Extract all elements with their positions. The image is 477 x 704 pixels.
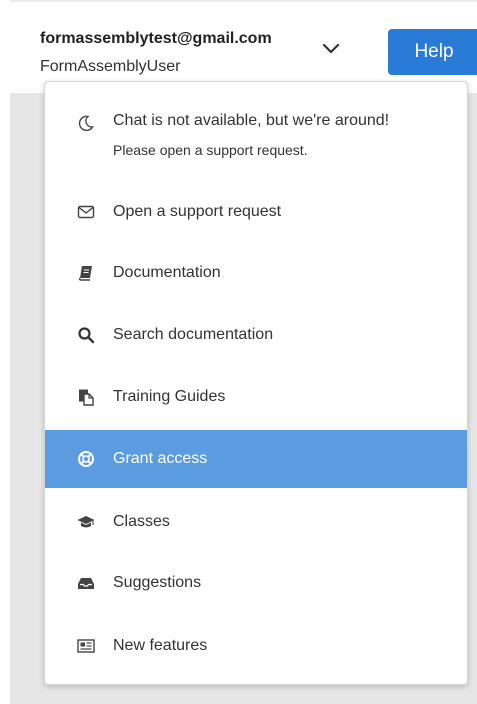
menu-item-documentation[interactable]: Documentation: [45, 253, 467, 293]
menu-item-label: Suggestions: [113, 574, 202, 591]
life-ring-icon: [78, 451, 94, 467]
book-icon: [78, 266, 92, 281]
user-email: formassemblytest@gmail.com: [40, 30, 272, 47]
menu-item-training-guides[interactable]: Training Guides: [45, 377, 467, 417]
user-name: FormAssemblyUser: [40, 58, 181, 75]
menu-item-label: Grant access: [113, 450, 208, 467]
graduation-cap-icon: [77, 516, 95, 528]
help-dropdown-menu: Chat is not available, but we're around!…: [44, 81, 468, 685]
top-bar: formassemblytest@gmail.com FormAssemblyU…: [10, 0, 477, 93]
menu-item-classes[interactable]: Classes: [45, 502, 467, 542]
menu-item-suggestions[interactable]: Suggestions: [45, 563, 467, 603]
newspaper-icon: [77, 639, 95, 653]
menu-item-label: New features: [113, 637, 208, 654]
menu-item-label: Classes: [113, 513, 170, 530]
menu-item-label: Open a support request: [113, 203, 282, 220]
chat-status-subtitle: Please open a support request.: [113, 142, 308, 158]
menu-item-search-documentation[interactable]: Search documentation: [45, 315, 467, 355]
help-button[interactable]: Help: [388, 29, 477, 75]
menu-item-open-support-request[interactable]: Open a support request: [45, 192, 467, 232]
copy-icon: [79, 389, 94, 406]
chevron-down-icon[interactable]: [321, 42, 341, 56]
menu-item-label: Search documentation: [113, 326, 274, 343]
menu-item-label: Training Guides: [113, 388, 226, 405]
moon-icon: [78, 115, 94, 132]
menu-item-label: Documentation: [113, 264, 221, 281]
search-icon: [78, 327, 95, 344]
menu-item-grant-access[interactable]: Grant access: [45, 430, 467, 488]
menu-item-new-features[interactable]: New features: [45, 626, 467, 666]
inbox-icon: [78, 578, 94, 589]
envelope-icon: [77, 205, 95, 219]
chat-status-title: Chat is not available, but we're around!: [113, 112, 390, 129]
